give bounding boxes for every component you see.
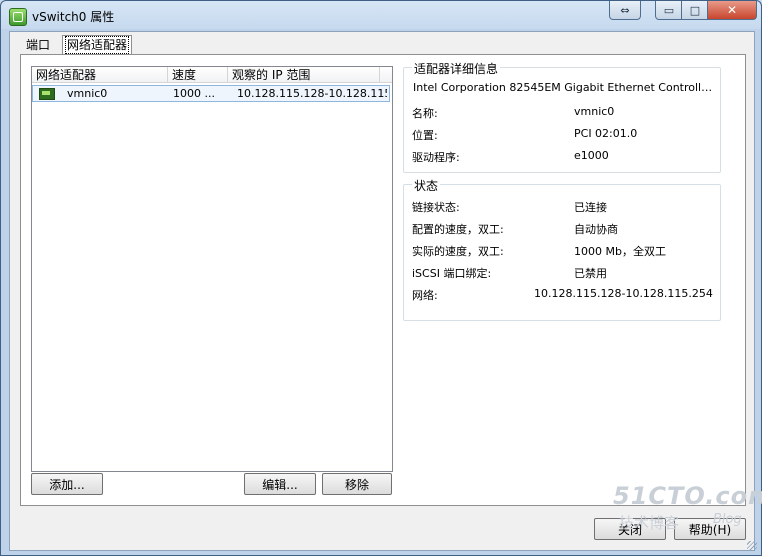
status-value-link: 已连接: [574, 201, 607, 214]
adapter-details-group: 适配器详细信息 Intel Corporation 82545EM Gigabi…: [403, 60, 721, 173]
column-header-adapter[interactable]: 网络适配器: [32, 67, 168, 83]
column-header-ip-range[interactable]: 观察的 IP 范围: [228, 67, 380, 83]
resize-grip[interactable]: [747, 541, 757, 551]
vswitch-icon: [9, 8, 27, 26]
maximize-icon: □: [689, 3, 701, 17]
close-button[interactable]: ✕: [707, 1, 757, 20]
detail-label-name: 名称:: [412, 107, 438, 120]
watermark-blog-en: Blog: [713, 512, 742, 527]
status-legend: 状态: [412, 177, 441, 194]
adapter-name-cell: vmnic0: [33, 87, 169, 100]
adapter-description: Intel Corporation 82545EM Gigabit Ethern…: [413, 81, 713, 94]
detail-label-location: 位置:: [412, 129, 438, 142]
column-header-filler: [380, 67, 392, 83]
watermark-site: 51CTO.com: [613, 482, 762, 510]
tab-network-adapters[interactable]: 网络适配器: [62, 35, 133, 55]
status-value-iscsi: 已禁用: [574, 267, 607, 280]
detail-value-location: PCI 02:01.0: [574, 127, 638, 140]
adapter-name: vmnic0: [67, 87, 108, 100]
detail-label-driver: 驱动程序:: [412, 151, 460, 164]
status-label-actual-speed: 实际的速度，双工:: [412, 245, 504, 258]
minimize-button[interactable]: ▭: [655, 1, 683, 20]
status-value-network: 10.128.115.128-10.128.115.254: [534, 287, 713, 300]
network-card-icon: [39, 87, 55, 100]
status-value-configured-speed: 自动协商: [574, 223, 618, 236]
tab-ports[interactable]: 端口: [22, 36, 54, 54]
adapter-ip-range: 10.128.115.128-10.128.115...: [237, 87, 387, 100]
watermark-blog-cn: 技术博客: [619, 514, 680, 532]
dialog-client-area: 端口 网络适配器 网络适配器 速度 观察的 IP 范围 vmnic0 1000 …: [9, 31, 755, 551]
remove-button[interactable]: 移除: [322, 473, 392, 495]
window-frame: vSwitch0 属性 ⇔ ▭ □ ✕ 端口 网络适配器 网络适配器 速度 观察…: [0, 0, 762, 556]
add-button[interactable]: 添加...: [31, 473, 103, 495]
close-icon: ✕: [726, 3, 738, 17]
adapter-speed: 1000 ...: [173, 87, 215, 100]
detail-value-name: vmnic0: [574, 105, 615, 118]
title-bar[interactable]: vSwitch0 属性 ⇔ ▭ □ ✕: [1, 1, 761, 31]
status-label-link: 链接状态:: [412, 201, 460, 214]
help-icon: ⇔: [620, 3, 630, 17]
detail-value-driver: e1000: [574, 149, 609, 162]
status-label-network: 网络:: [412, 289, 438, 302]
help-caption-button[interactable]: ⇔: [609, 1, 641, 20]
maximize-button[interactable]: □: [681, 1, 709, 20]
status-group: 状态 链接状态: 已连接 配置的速度，双工: 自动协商 实际的速度，双工: 10…: [403, 177, 721, 321]
tab-network-adapters-label: 网络适配器: [64, 36, 130, 54]
window-title: vSwitch0 属性: [32, 10, 115, 24]
adapter-list[interactable]: 网络适配器 速度 观察的 IP 范围 vmnic0 1000 ... 10.12…: [31, 66, 393, 472]
status-value-actual-speed: 1000 Mb，全双工: [574, 245, 666, 258]
watermark: 51CTO.com 技术博客 Blog: [613, 482, 762, 532]
status-label-iscsi: iSCSI 端口绑定:: [412, 267, 492, 280]
tab-panel: 网络适配器 速度 观察的 IP 范围 vmnic0 1000 ... 10.12…: [20, 54, 746, 506]
adapter-details-legend: 适配器详细信息: [412, 60, 501, 77]
list-item[interactable]: vmnic0 1000 ... 10.128.115.128-10.128.11…: [32, 85, 390, 102]
status-label-configured-speed: 配置的速度，双工:: [412, 223, 504, 236]
edit-button[interactable]: 编辑...: [244, 473, 316, 495]
column-header-speed[interactable]: 速度: [168, 67, 228, 83]
minimize-icon: ▭: [663, 3, 675, 17]
list-header: 网络适配器 速度 观察的 IP 范围: [32, 67, 392, 85]
